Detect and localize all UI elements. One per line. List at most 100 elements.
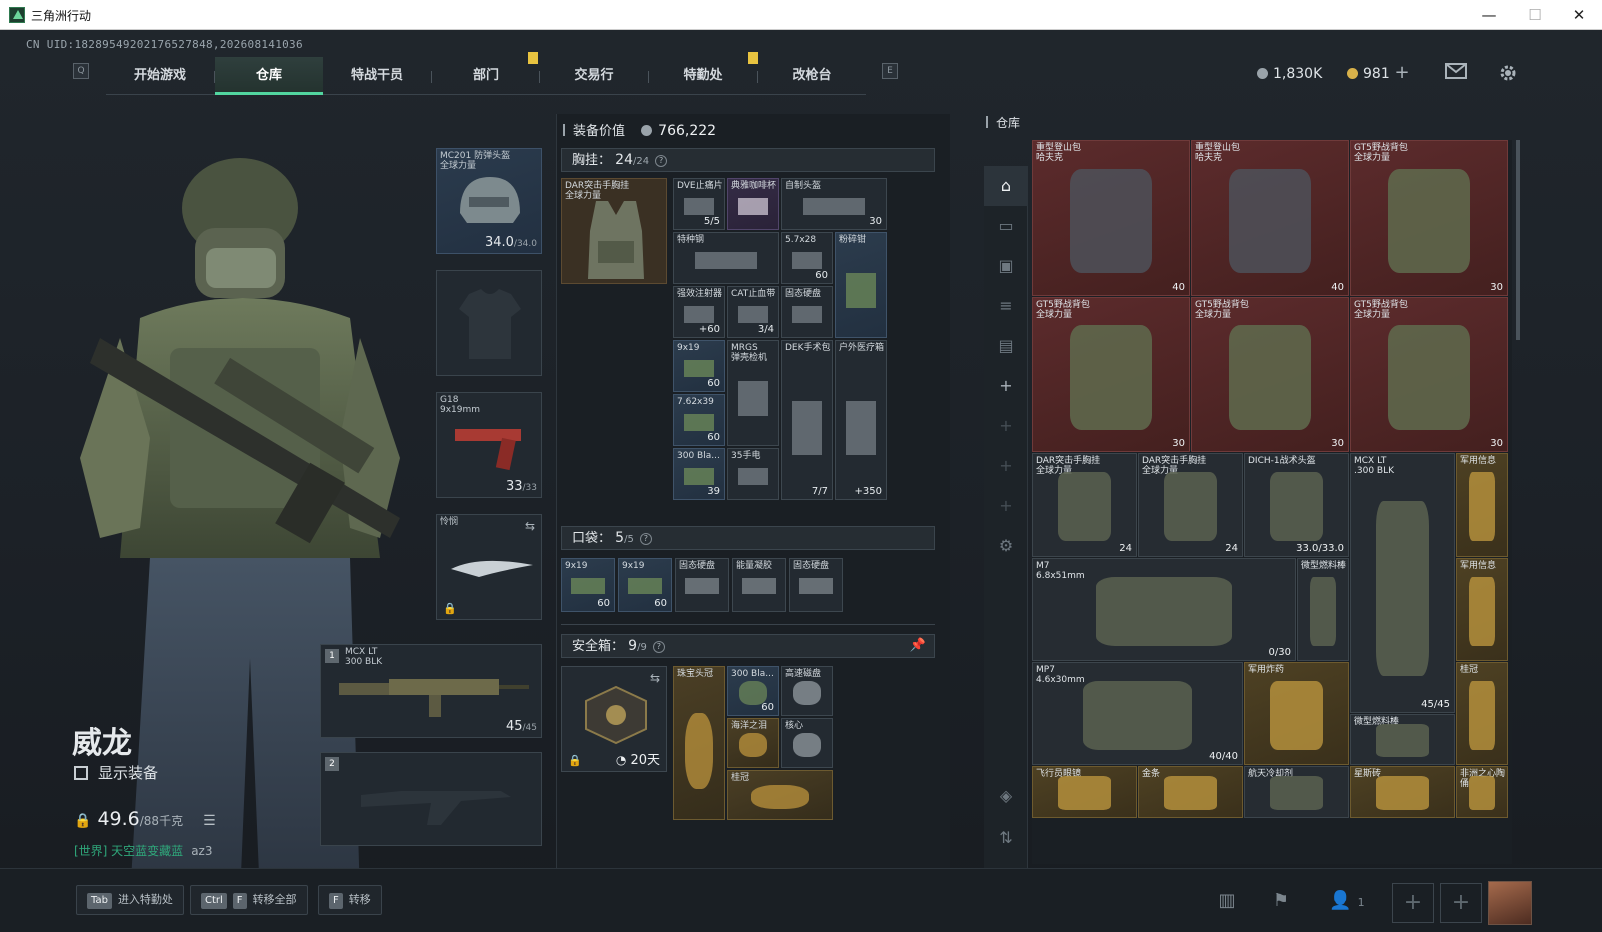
chest-item[interactable]: 强效注射器 +60 — [673, 286, 725, 338]
chest-item[interactable]: 粉碎钳 — [835, 232, 887, 338]
swap-icon[interactable]: ⇆ — [525, 519, 535, 533]
maximize-button[interactable]: ☐ — [1512, 0, 1558, 30]
plus-icon[interactable]: + — [984, 486, 1028, 526]
chest-item[interactable]: 典雅咖啡杯 — [727, 178, 779, 230]
warehouse-item[interactable]: DAR突击手胸挂 全球力量 24 — [1032, 453, 1137, 557]
tab-department[interactable]: 部门 — [432, 57, 540, 95]
chest-item[interactable]: 5.7x28 60 — [781, 232, 833, 284]
chest-item[interactable]: 自制头盔 30 — [781, 178, 887, 230]
tab-start-game[interactable]: 开始游戏 — [106, 57, 214, 95]
warehouse-item[interactable]: 军用信息 — [1456, 453, 1508, 557]
warehouse-item[interactable]: GT5野战背包 全球力量 30 — [1191, 296, 1349, 453]
close-button[interactable]: ✕ — [1556, 0, 1602, 30]
chest-item[interactable]: 7.62x39 60 — [673, 394, 725, 446]
pistol-slot[interactable]: G18 9x19mm 33/33 — [436, 392, 542, 498]
warehouse-item[interactable]: DICH-1战术头盔 33.0/33.0 — [1244, 453, 1349, 557]
chest-item[interactable]: 户外医疗箱 +350 — [835, 340, 887, 500]
chest-item[interactable]: DEK手术包 7/7 — [781, 340, 833, 500]
safe-item[interactable]: 珠宝头冠 — [673, 666, 725, 820]
chest-item[interactable]: DVE止痛片 5/5 — [673, 178, 725, 230]
nav-next-key[interactable]: E — [882, 63, 898, 79]
pocket-item[interactable]: 9x19 60 — [561, 558, 615, 612]
transfer-hint[interactable]: F 转移 — [318, 885, 382, 915]
nav-prev-key[interactable]: Q — [73, 63, 89, 79]
weapon-icon[interactable]: ▭ — [984, 206, 1028, 246]
chest-rig-slot[interactable]: DAR突击手胸挂 全球力量 — [561, 178, 667, 284]
list-icon[interactable]: ☰ — [203, 813, 216, 829]
warehouse-item[interactable]: 桂冠 — [1456, 662, 1508, 766]
ammo-icon[interactable]: ≡ — [984, 286, 1028, 326]
warehouse-item[interactable]: 金条 — [1138, 766, 1243, 818]
gear-icon[interactable] — [1496, 63, 1520, 83]
warehouse-item[interactable]: 军用炸药 — [1244, 662, 1349, 766]
pocket-item[interactable]: 固态硬盘 — [675, 558, 729, 612]
primary-weapon-slot-1[interactable]: 1 MCX LT 300 BLK 45/45 — [320, 644, 542, 738]
sort-icon[interactable]: ⇅ — [984, 818, 1028, 858]
armor-slot[interactable] — [436, 270, 542, 376]
warehouse-item[interactable]: 重型登山包 哈夫克 40 — [1032, 140, 1190, 296]
add-squad-slot-button[interactable]: + — [1440, 883, 1482, 923]
warehouse-item[interactable]: GT5野战背包 全球力量 30 — [1350, 140, 1508, 296]
warehouse-item[interactable]: 航天冷却剂 — [1244, 766, 1349, 818]
plus-icon[interactable]: + — [984, 366, 1028, 406]
add-currency-button[interactable]: + — [1390, 63, 1414, 83]
warehouse-item[interactable]: GT5野战背包 全球力量 30 — [1032, 296, 1190, 453]
safe-item[interactable]: 高速磁盘 — [781, 666, 833, 716]
pocket-item[interactable]: 9x19 60 — [618, 558, 672, 612]
show-gear-toggle[interactable]: 显示装备 — [74, 762, 158, 783]
mail-icon[interactable] — [1444, 63, 1468, 83]
minimize-button[interactable]: — — [1466, 0, 1512, 30]
help-icon[interactable]: ? — [639, 533, 652, 545]
layers-icon[interactable]: ◈ — [984, 776, 1028, 816]
warehouse-item[interactable]: MCX LT .300 BLK 45/45 — [1350, 453, 1455, 714]
chest-item[interactable]: 特种钢 — [673, 232, 779, 284]
chest-item[interactable]: 9x19 60 — [673, 340, 725, 392]
squad-button[interactable]: 👤 1 — [1322, 887, 1372, 915]
tab-warehouse[interactable]: 仓库 — [215, 57, 323, 95]
case-icon[interactable]: ▤ — [984, 326, 1028, 366]
warehouse-item[interactable]: 重型登山包 哈夫克 40 — [1191, 140, 1349, 296]
swap-icon[interactable]: ⇆ — [650, 671, 660, 685]
warehouse-item[interactable]: 非洲之心陶俑 — [1456, 766, 1508, 818]
pocket-item[interactable]: 固态硬盘 — [789, 558, 843, 612]
avatar[interactable] — [1488, 881, 1532, 925]
warehouse-item[interactable]: 军用信息 — [1456, 557, 1508, 661]
safe-item[interactable]: 海洋之泪 — [727, 718, 779, 768]
tab-operators[interactable]: 特战干员 — [323, 57, 431, 95]
chest-item[interactable]: MRGS 弹壳检机 — [727, 340, 779, 446]
add-squad-slot-button[interactable]: + — [1392, 883, 1434, 923]
transfer-all-hint[interactable]: Ctrl F 转移全部 — [190, 885, 308, 915]
safe-item[interactable]: 核心 — [781, 718, 833, 768]
chest-item[interactable]: 固态硬盘 — [781, 286, 833, 338]
primary-weapon-slot-2[interactable]: 2 — [320, 752, 542, 846]
armor-icon[interactable]: ▣ — [984, 246, 1028, 286]
chest-item[interactable]: 300 Bla... 39 — [673, 448, 725, 500]
flag-icon[interactable]: ⚑ — [1266, 887, 1296, 915]
plus-icon[interactable]: + — [984, 446, 1028, 486]
stats-icon[interactable]: ▥ — [1212, 887, 1242, 915]
warehouse-item[interactable]: 飞行员眼镜 — [1032, 766, 1137, 818]
warehouse-item[interactable]: 微型燃料棒 — [1350, 714, 1455, 766]
tab-market[interactable]: 交易行 — [540, 57, 648, 95]
warehouse-scrollbar[interactable] — [1516, 140, 1520, 340]
warehouse-item[interactable]: 微型燃料棒 — [1297, 557, 1349, 661]
chest-item[interactable]: CAT止血带 3/4 — [727, 286, 779, 338]
tab-special-ops[interactable]: 特勤处 — [649, 57, 757, 95]
safe-item[interactable]: 300 Bla... 60 — [727, 666, 779, 716]
pocket-item[interactable]: 能量凝胶 — [732, 558, 786, 612]
plus-icon[interactable]: + — [984, 406, 1028, 446]
warehouse-item[interactable]: M7 6.8x51mm 0/30 — [1032, 557, 1296, 661]
show-gear-checkbox[interactable] — [74, 766, 88, 780]
pin-icon[interactable]: 📌 — [910, 635, 926, 657]
warehouse-item[interactable]: GT5野战背包 全球力量 30 — [1350, 296, 1508, 453]
help-icon[interactable]: ? — [655, 155, 668, 167]
gear-icon[interactable]: ⚙ — [984, 526, 1028, 566]
warehouse-item[interactable]: DAR突击手胸挂 全球力量 24 — [1138, 453, 1243, 557]
helmet-slot[interactable]: MC201 防弹头盔 全球力量 34.0/34.0 — [436, 148, 542, 254]
home-icon[interactable]: ⌂ — [984, 166, 1028, 206]
help-icon[interactable]: ? — [652, 641, 665, 653]
safe-box-slot[interactable]: ⇆ 🔒 ◔ 20天 — [561, 666, 667, 772]
tab-gunsmith[interactable]: 改枪台 — [758, 57, 866, 95]
warehouse-item[interactable]: 星斯砖 — [1350, 766, 1455, 818]
melee-slot[interactable]: 怜悯 ⇆ 🔒 — [436, 514, 542, 620]
